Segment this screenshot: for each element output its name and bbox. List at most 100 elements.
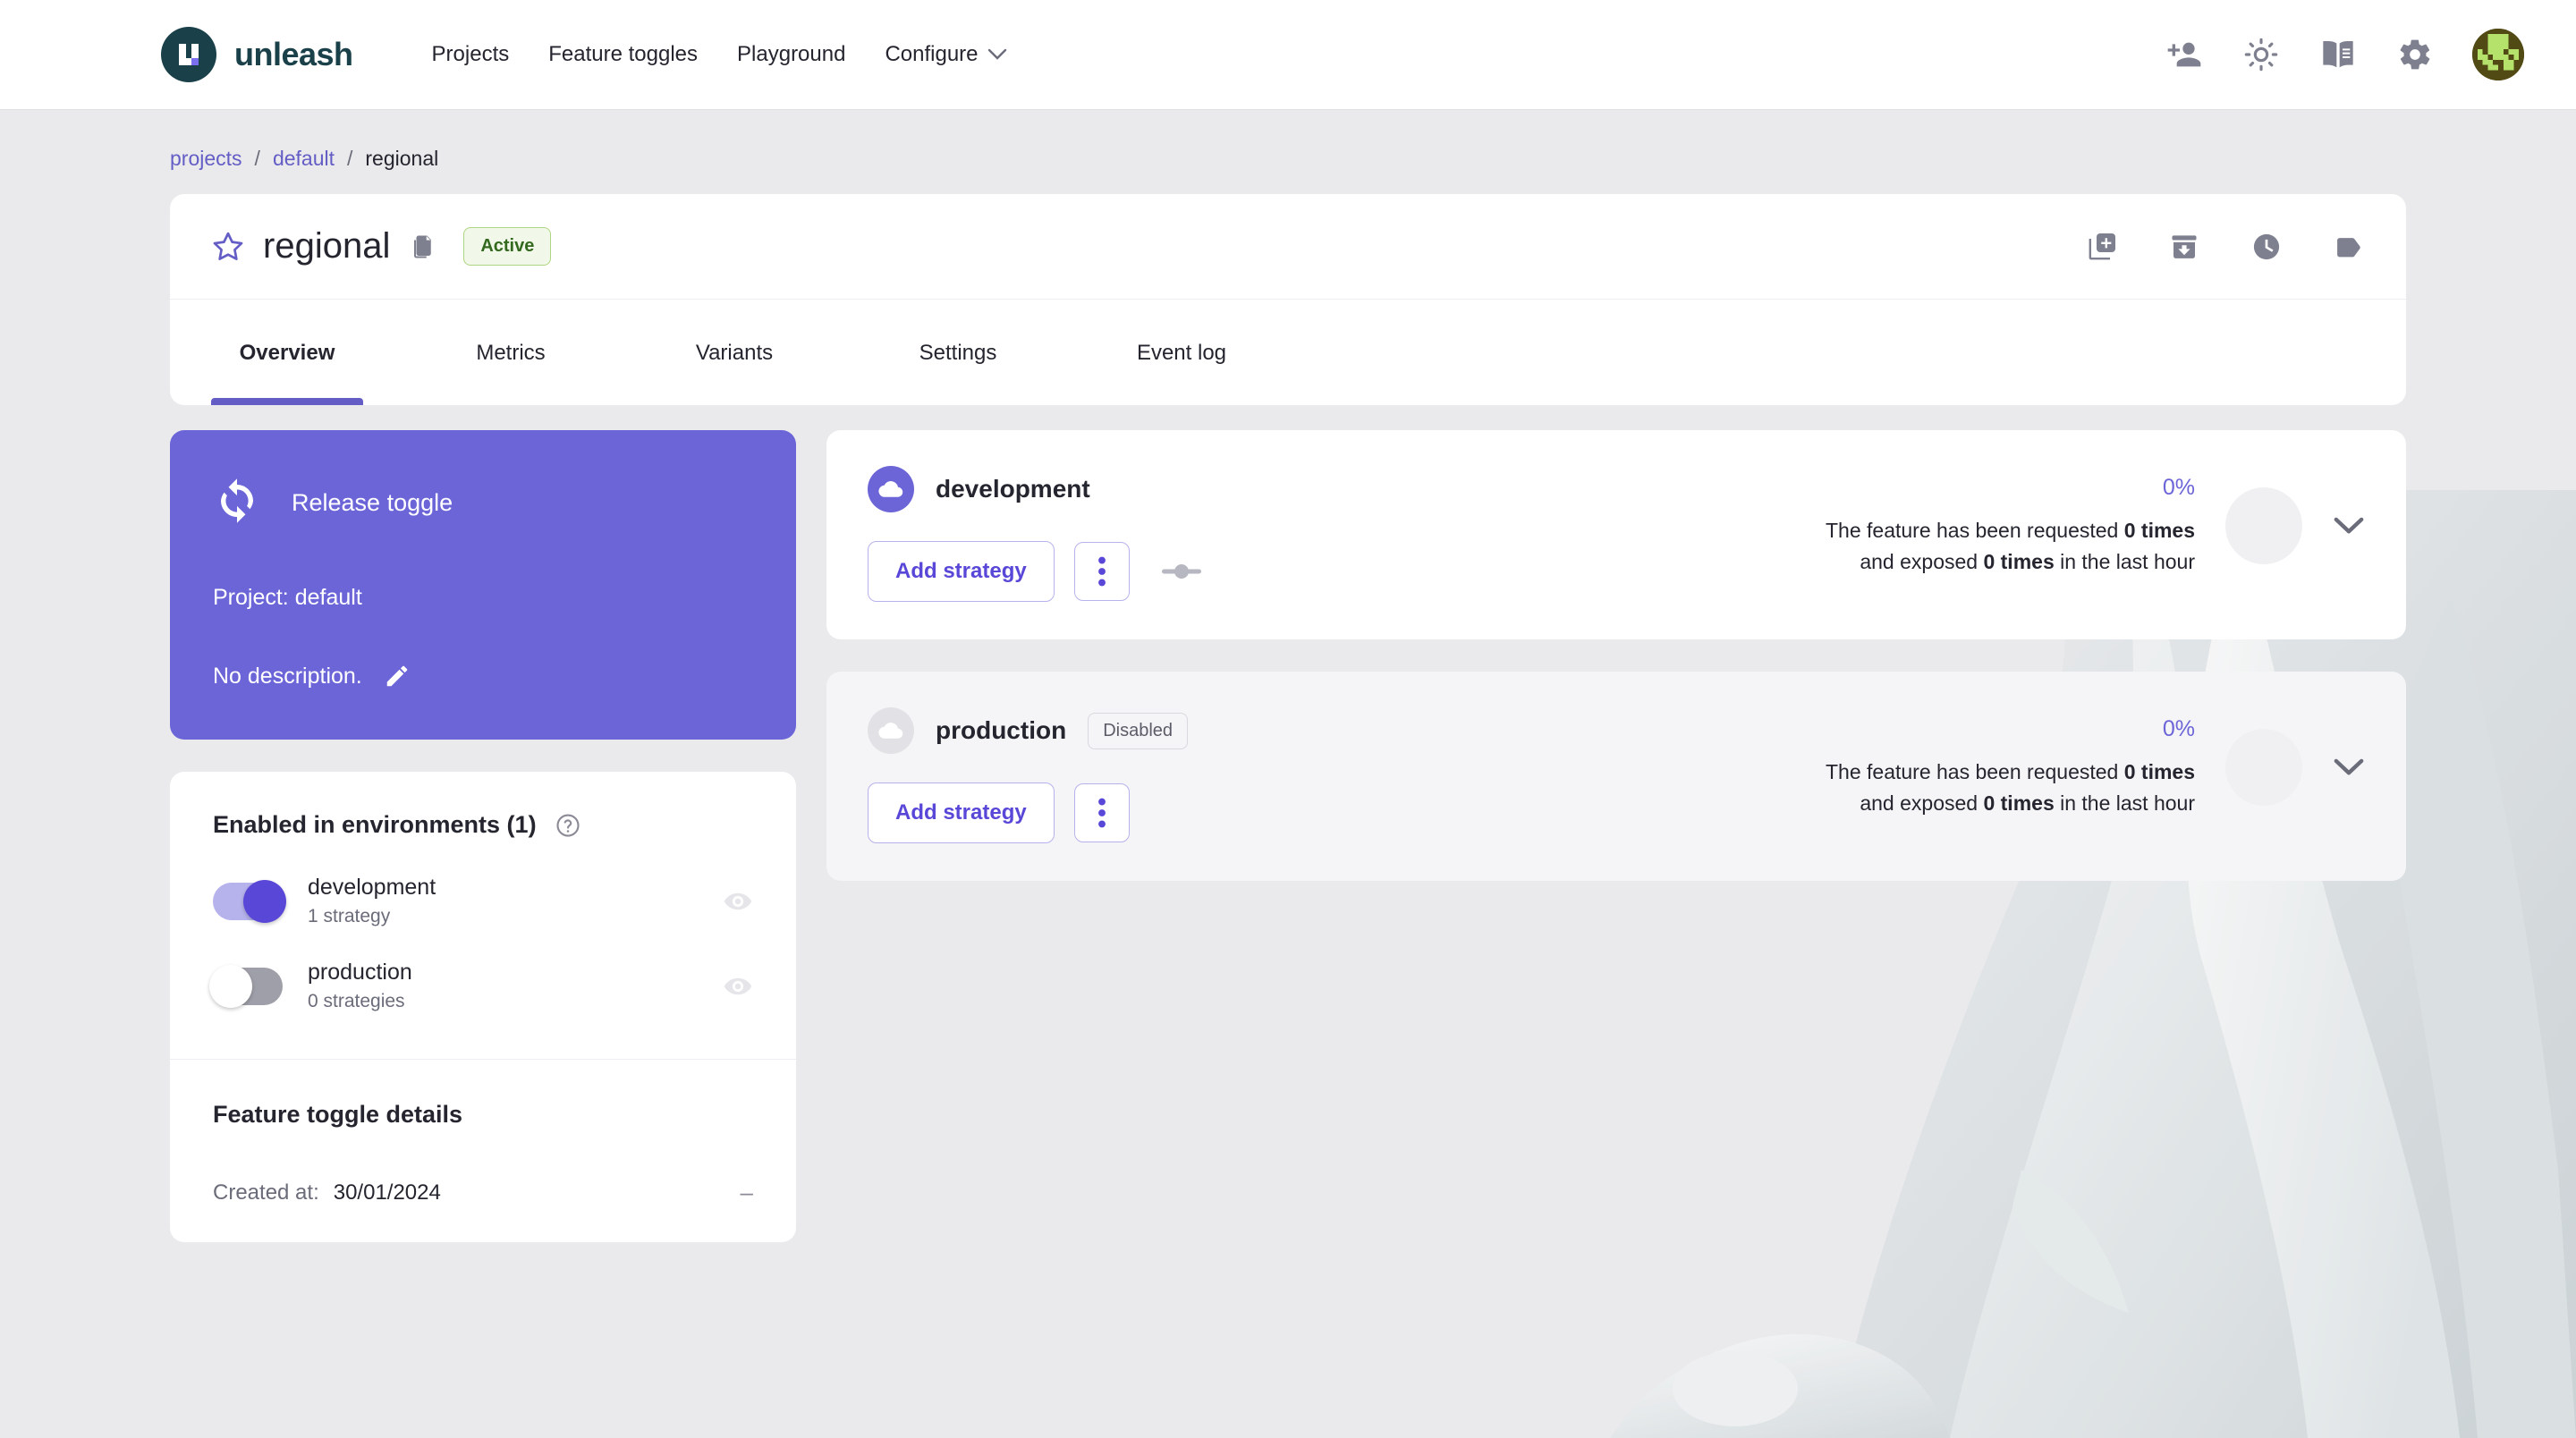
nav-link-feature-toggles-label: Feature toggles: [548, 42, 699, 66]
feature-tabs: Overview Metrics Variants Settings Event…: [170, 300, 2406, 405]
environment-panel-development: development Add strategy 0% The feature …: [826, 430, 2406, 639]
feature-toggle-details-title: Feature toggle details: [213, 1101, 463, 1128]
breadcrumb-separator: /: [254, 147, 260, 170]
nav-link-playground-label: Playground: [737, 42, 846, 66]
chevron-down-icon: [987, 42, 1007, 67]
overview-sidebar: Release toggle Project: default No descr…: [170, 430, 796, 1242]
environment-strategy-count: 1 strategy: [308, 906, 391, 926]
environment-panel-production: production Disabled Add strategy 0% The …: [826, 672, 2406, 881]
environment-panel-development-actions: Add strategy: [868, 541, 1201, 602]
environment-panel-development-header: development: [868, 466, 1201, 512]
metrics-exposed-suffix: in the last hour: [2054, 549, 2195, 573]
overview-content: Release toggle Project: default No descr…: [170, 430, 2406, 1242]
sync-toggle-icon: [213, 477, 261, 529]
invite-user-icon[interactable]: [2165, 35, 2204, 74]
donut-chart: [2225, 487, 2302, 564]
navbar-actions: [2165, 29, 2524, 80]
created-at-label: Created at:: [213, 1180, 319, 1205]
enabled-environments-card: Enabled in environments (1) development …: [170, 772, 796, 1242]
nav-link-feature-toggles[interactable]: Feature toggles: [529, 42, 717, 67]
settings-gear-icon[interactable]: [2395, 35, 2435, 74]
pencil-edit-icon[interactable]: [384, 663, 411, 689]
nav-link-configure-label: Configure: [885, 42, 979, 66]
metrics-exposed-prefix: and exposed: [1860, 791, 1984, 815]
history-icon[interactable]: [2250, 231, 2283, 263]
cloud-icon: [868, 707, 914, 754]
status-badge: Active: [463, 227, 552, 266]
tab-overview[interactable]: Overview: [211, 300, 363, 405]
environment-strategy-count: 0 strategies: [308, 991, 405, 1011]
feature-header-card: regional Active Overview Metrics Variant…: [170, 194, 2406, 405]
tab-settings-label: Settings: [919, 341, 997, 365]
feature-toggle-details-section: Feature toggle details Created at: 30/01…: [170, 1059, 796, 1242]
user-avatar[interactable]: [2472, 29, 2524, 80]
archive-icon[interactable]: [2168, 231, 2200, 263]
tab-metrics-label: Metrics: [476, 341, 546, 365]
copy-icon[interactable]: [410, 233, 436, 260]
release-toggle-type-label: Release toggle: [292, 489, 453, 516]
brand-logo[interactable]: unleash: [161, 27, 353, 82]
add-to-project-icon[interactable]: [2086, 231, 2118, 263]
metrics-percentage: 0%: [2162, 475, 2195, 500]
environment-panel-production-left: production Disabled Add strategy: [868, 707, 1189, 843]
light-mode-icon[interactable]: [2241, 35, 2281, 74]
environment-panel-name: production: [936, 716, 1067, 744]
star-outline-icon[interactable]: [211, 230, 245, 264]
eye-icon[interactable]: [723, 886, 753, 917]
breadcrumb-item-projects[interactable]: projects: [170, 147, 242, 171]
add-strategy-button[interactable]: Add strategy: [868, 782, 1055, 843]
environment-name: production: [308, 960, 412, 985]
description-text: No description.: [213, 663, 362, 689]
top-navigation-bar: unleash Projects Feature toggles Playgro…: [0, 0, 2576, 109]
tab-settings[interactable]: Settings: [882, 300, 1034, 405]
tab-event-log[interactable]: Event log: [1106, 300, 1258, 405]
metrics-summary: 0% The feature has been requested 0 time…: [1826, 475, 2195, 577]
metrics-requested-prefix: The feature has been requested: [1825, 519, 2124, 542]
tag-icon[interactable]: [2333, 231, 2365, 263]
tab-variants-label: Variants: [695, 341, 774, 365]
chevron-down-icon[interactable]: [2333, 516, 2365, 536]
breadcrumb: projects / default / regional: [170, 109, 2406, 194]
chevron-down-icon[interactable]: [2333, 757, 2365, 777]
page-title: regional: [263, 226, 391, 266]
eye-icon[interactable]: [723, 971, 753, 1002]
feature-header-actions: [2086, 231, 2365, 263]
environment-panel-production-metrics: 0% The feature has been requested 0 time…: [1826, 707, 2365, 818]
nav-link-playground[interactable]: Playground: [717, 42, 865, 67]
metrics-requested-count: 0 times: [2123, 760, 2195, 783]
more-vertical-icon[interactable]: [1073, 783, 1130, 842]
documentation-icon[interactable]: [2318, 35, 2358, 74]
metrics-percentage: 0%: [2162, 716, 2195, 741]
add-strategy-button[interactable]: Add strategy: [868, 541, 1055, 602]
project-label: Project: default: [213, 585, 362, 610]
description-row: No description.: [213, 663, 753, 689]
collapse-indicator[interactable]: –: [741, 1179, 753, 1206]
tab-variants[interactable]: Variants: [658, 300, 810, 405]
environment-row-development-text: development 1 strategy: [308, 875, 436, 927]
help-circle-icon[interactable]: [555, 812, 581, 839]
breadcrumb-separator: /: [347, 147, 353, 170]
metrics-exposed-count: 0 times: [1983, 791, 2055, 815]
metrics-exposed-count: 0 times: [1983, 549, 2055, 573]
more-vertical-icon[interactable]: [1073, 542, 1130, 601]
nav-link-projects[interactable]: Projects: [412, 42, 530, 67]
metrics-summary: 0% The feature has been requested 0 time…: [1826, 716, 2195, 818]
environment-panel-development-metrics: 0% The feature has been requested 0 time…: [1826, 466, 2365, 577]
nav-link-configure[interactable]: Configure: [865, 42, 1026, 67]
environment-toggle-development[interactable]: [213, 879, 286, 923]
nav-link-projects-label: Projects: [431, 42, 510, 66]
metrics-requested-prefix: The feature has been requested: [1825, 760, 2124, 783]
environment-panel-production-actions: Add strategy: [868, 782, 1188, 843]
environment-toggle-production[interactable]: [209, 964, 283, 1008]
metrics-exposed-prefix: and exposed: [1860, 549, 1984, 573]
metrics-description: The feature has been requested 0 times a…: [1826, 515, 2195, 577]
metrics-description: The feature has been requested 0 times a…: [1826, 757, 2195, 818]
breadcrumb-item-default[interactable]: default: [273, 147, 335, 171]
environment-row-development: development 1 strategy: [170, 859, 796, 943]
enabled-environments-header: Enabled in environments (1): [170, 772, 796, 859]
unleash-logo-icon: [161, 27, 216, 82]
metrics-exposed-suffix: in the last hour: [2054, 791, 2195, 815]
environment-panel-production-header: production Disabled: [868, 707, 1189, 754]
tab-metrics[interactable]: Metrics: [435, 300, 587, 405]
environment-row-production-text: production 0 strategies: [308, 960, 412, 1012]
